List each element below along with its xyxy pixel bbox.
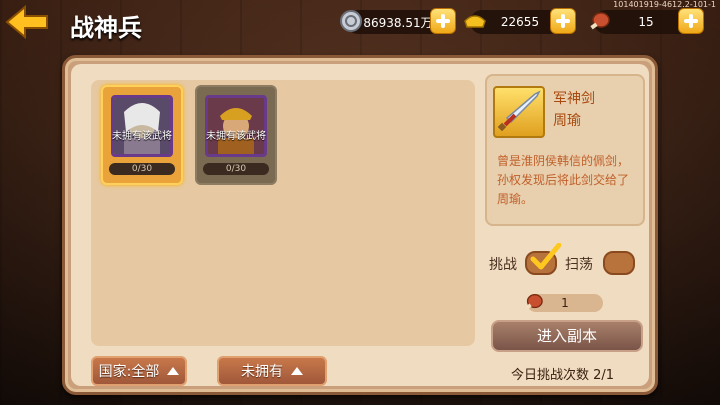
sweep-checkbox[interactable] xyxy=(603,251,635,275)
weapon-card[interactable]: 未拥有该武将 0/30 xyxy=(195,85,277,185)
weapon-card[interactable]: 未拥有该武将 0/30 xyxy=(101,85,183,185)
cost-value: 1 xyxy=(561,296,569,310)
sword-icon xyxy=(493,86,545,138)
add-stamina-button[interactable] xyxy=(678,8,704,34)
add-silver-button[interactable] xyxy=(430,8,456,34)
page-title: 战神兵 xyxy=(70,14,142,42)
sweep-label: 扫荡 xyxy=(565,257,593,273)
challenge-label: 挑战 xyxy=(489,257,517,273)
daily-challenge-count: 今日挑战次数 2/1 xyxy=(511,368,615,383)
meat-drumstick-icon xyxy=(586,8,612,34)
gold-ingot-icon xyxy=(462,8,488,34)
card-progress: 0/30 xyxy=(203,163,269,175)
silver-resource: 86938.51万 xyxy=(340,8,456,34)
weapon-description: 曾是淮阴侯韩信的佩剑，孙权发现后将此剑交给了周瑜。 xyxy=(497,154,630,206)
back-arrow-icon xyxy=(5,5,48,39)
challenge-checkbox[interactable] xyxy=(525,243,561,275)
general-portrait xyxy=(111,95,173,157)
add-gold-button[interactable] xyxy=(550,8,576,34)
weapon-owner: 周瑜 xyxy=(553,113,581,129)
panel-inner: 未拥有该武将 0/30 未拥有该武将 0/30 国家:全部 未拥有 军神剑 周瑜… xyxy=(71,64,649,386)
country-filter-button[interactable]: 国家:全部 xyxy=(91,356,187,386)
country-filter-label: 国家:全部 xyxy=(98,364,160,380)
card-lock-text: 未拥有该武将 xyxy=(206,131,266,142)
meat-drumstick-icon xyxy=(525,294,543,310)
challenge-cost: 1 xyxy=(525,294,603,312)
card-progress: 0/30 xyxy=(109,163,175,175)
general-portrait xyxy=(205,95,267,157)
ownership-filter-label: 未拥有 xyxy=(241,364,283,380)
gold-resource: 22655 xyxy=(464,8,576,34)
weapon-info-box: 军神剑 周瑜 曾是淮阴侯韩信的佩剑，孙权发现后将此剑交给了周瑜。 xyxy=(485,74,645,226)
enter-dungeon-button[interactable]: 进入副本 xyxy=(491,320,643,352)
checkmark-icon xyxy=(530,243,561,270)
triangle-up-icon xyxy=(291,367,303,375)
weapon-card-grid: 未拥有该武将 0/30 未拥有该武将 0/30 xyxy=(91,80,475,346)
triangle-up-icon xyxy=(167,367,180,375)
ownership-filter-button[interactable]: 未拥有 xyxy=(217,356,327,386)
main-panel: 未拥有该武将 0/30 未拥有该武将 0/30 国家:全部 未拥有 军神剑 周瑜… xyxy=(62,55,658,395)
card-lock-text: 未拥有该武将 xyxy=(112,131,172,142)
stamina-resource: 15 xyxy=(590,8,704,34)
back-button[interactable] xyxy=(4,4,50,40)
silver-coin-icon xyxy=(338,8,364,34)
weapon-name: 军神剑 xyxy=(553,91,595,107)
